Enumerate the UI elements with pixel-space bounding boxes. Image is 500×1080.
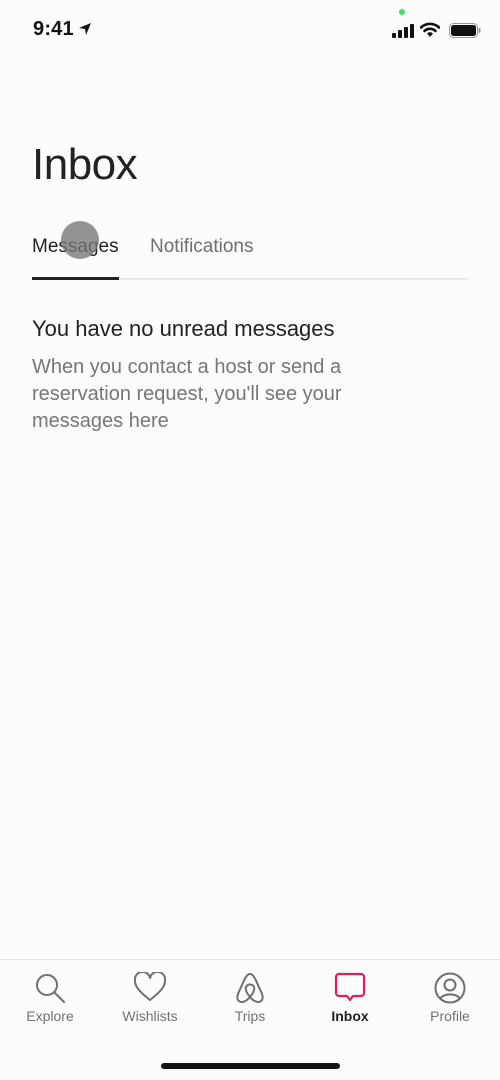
- empty-state-title: You have no unread messages: [32, 316, 335, 341]
- nav-label: Inbox: [331, 1008, 369, 1024]
- search-icon: [36, 974, 65, 1003]
- tab-notifications[interactable]: Notifications: [150, 236, 254, 258]
- status-time: 9:41: [33, 18, 74, 40]
- nav-item-wishlists[interactable]: Wishlists: [100, 960, 200, 1040]
- nav-label: Wishlists: [122, 1008, 178, 1024]
- bottom-nav: Explore Wishlists Trips Inbox Profile: [0, 959, 500, 1080]
- nav-item-explore[interactable]: Explore: [0, 960, 100, 1040]
- page-title: Inbox: [32, 140, 138, 189]
- heart-icon: [134, 972, 166, 1001]
- nav-item-inbox[interactable]: Inbox: [300, 960, 400, 1040]
- empty-state-body: When you contact a host or send a reserv…: [32, 356, 342, 432]
- status-bar: 9:41: [0, 0, 500, 60]
- nav-label: Explore: [26, 1008, 74, 1024]
- nav-label: Trips: [234, 1008, 266, 1024]
- touch-indicator: [61, 221, 99, 259]
- nav-item-profile[interactable]: Profile: [400, 960, 500, 1040]
- nav-item-trips[interactable]: Trips: [200, 960, 300, 1040]
- home-indicator[interactable]: [161, 1063, 340, 1069]
- signal-icon: [392, 24, 414, 38]
- airbnb-logo-icon: [236, 973, 264, 1003]
- privacy-indicator-dot: [399, 9, 405, 15]
- message-bubble-icon: [334, 972, 366, 1002]
- nav-label: Profile: [430, 1008, 470, 1024]
- location-arrow-icon: [79, 23, 91, 35]
- wifi-icon: [420, 22, 440, 37]
- user-circle-icon: [434, 972, 466, 1004]
- battery-icon: [449, 23, 481, 38]
- active-tab-indicator: [32, 277, 119, 280]
